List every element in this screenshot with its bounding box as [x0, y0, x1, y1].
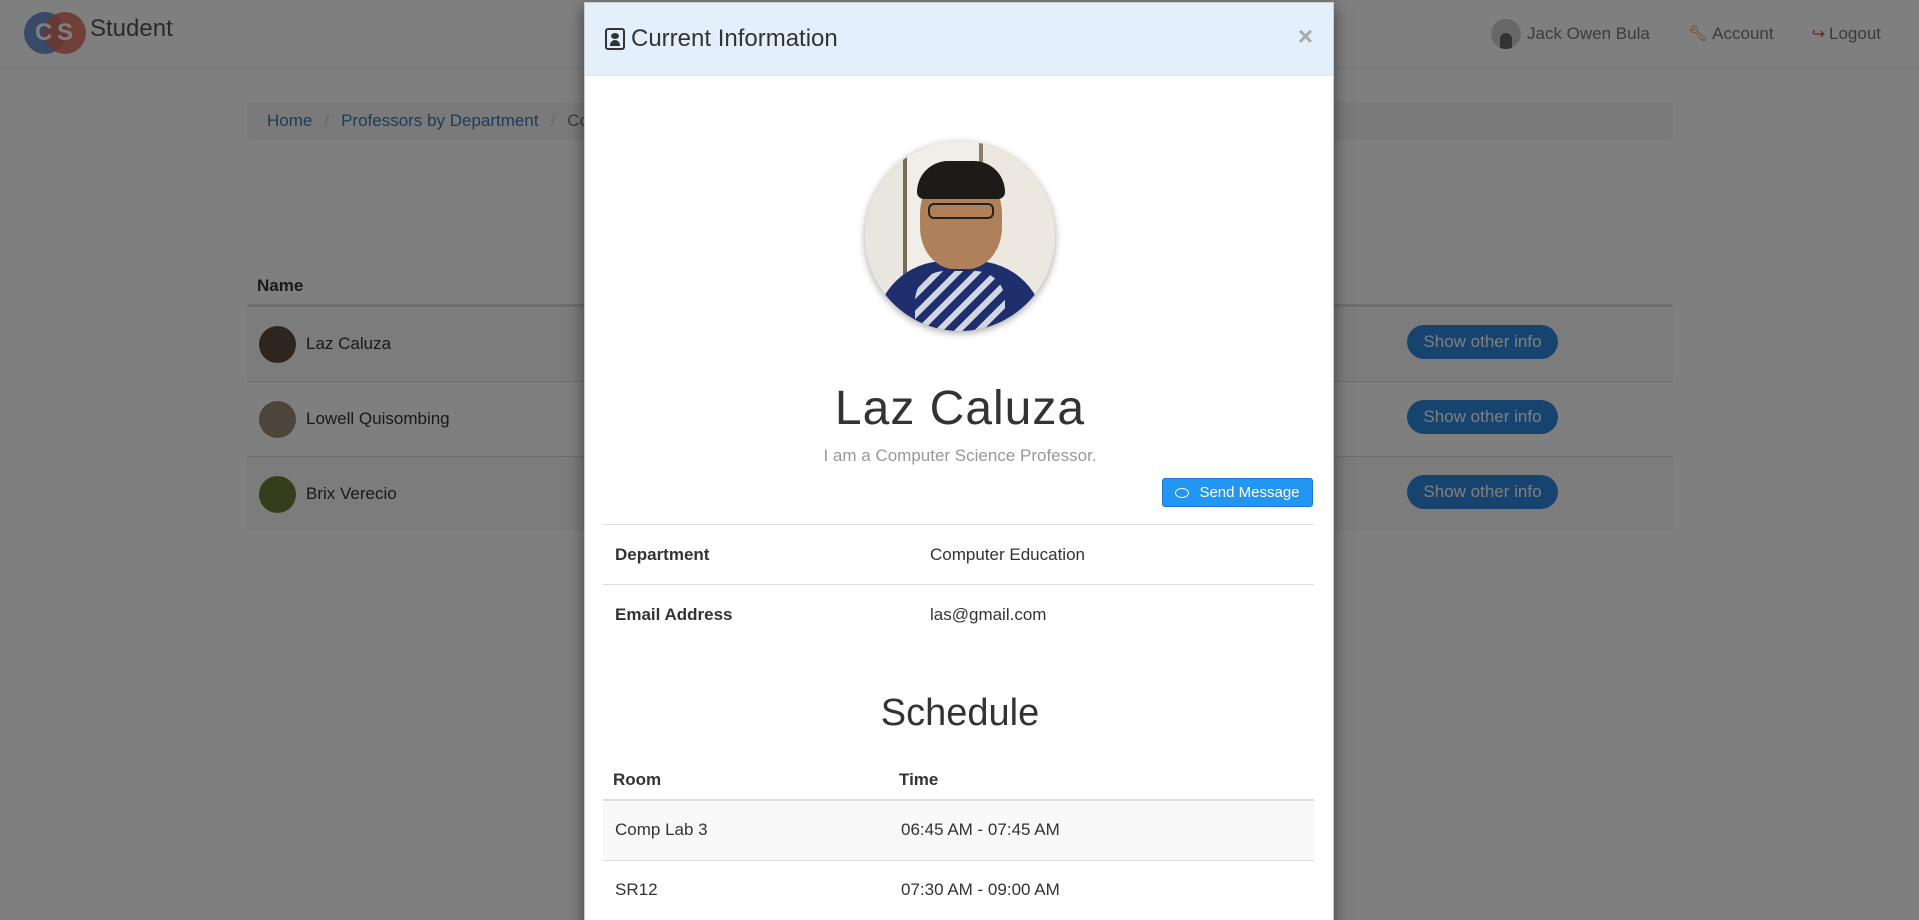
- schedule-time: 06:45 AM - 07:45 AM: [889, 799, 1314, 860]
- chat-bubble-icon: [1175, 487, 1190, 498]
- info-value: Computer Education: [918, 524, 1314, 585]
- table-row: Comp Lab 3 06:45 AM - 07:45 AM: [603, 799, 1314, 860]
- profile-photo: [865, 141, 1055, 331]
- column-header-time: Time: [889, 760, 1314, 801]
- info-label: Email Address: [603, 584, 918, 645]
- info-value: las@gmail.com: [918, 584, 1314, 645]
- schedule-table: Room Time Comp Lab 3 06:45 AM - 07:45 AM…: [603, 760, 1314, 920]
- close-button[interactable]: ×: [1298, 21, 1313, 52]
- modal-header: Current Information ×: [585, 3, 1333, 76]
- schedule-title: Schedule: [880, 692, 1040, 734]
- modal-title: Current Information: [631, 25, 838, 52]
- professor-name-heading: Laz Caluza: [834, 382, 1086, 435]
- table-header-row: Room Time: [603, 760, 1314, 801]
- info-label: Department: [603, 524, 918, 585]
- professor-description: I am a Computer Science Professor.: [823, 446, 1097, 465]
- table-row: Department Computer Education: [603, 524, 1314, 585]
- table-row: SR12 07:30 AM - 09:00 AM: [603, 859, 1314, 920]
- schedule-room: Comp Lab 3: [603, 799, 889, 860]
- send-message-button[interactable]: Send Message: [1162, 478, 1313, 507]
- info-table: Department Computer Education Email Addr…: [603, 524, 1314, 645]
- current-information-modal: Current Information × Laz Caluza I am a …: [584, 2, 1334, 920]
- column-header-room: Room: [603, 760, 889, 801]
- schedule-room: SR12: [603, 859, 889, 920]
- schedule-time: 07:30 AM - 09:00 AM: [889, 859, 1314, 920]
- table-row: Email Address las@gmail.com: [603, 584, 1314, 645]
- contact-card-icon: [605, 28, 625, 50]
- send-message-label: Send Message: [1199, 484, 1300, 501]
